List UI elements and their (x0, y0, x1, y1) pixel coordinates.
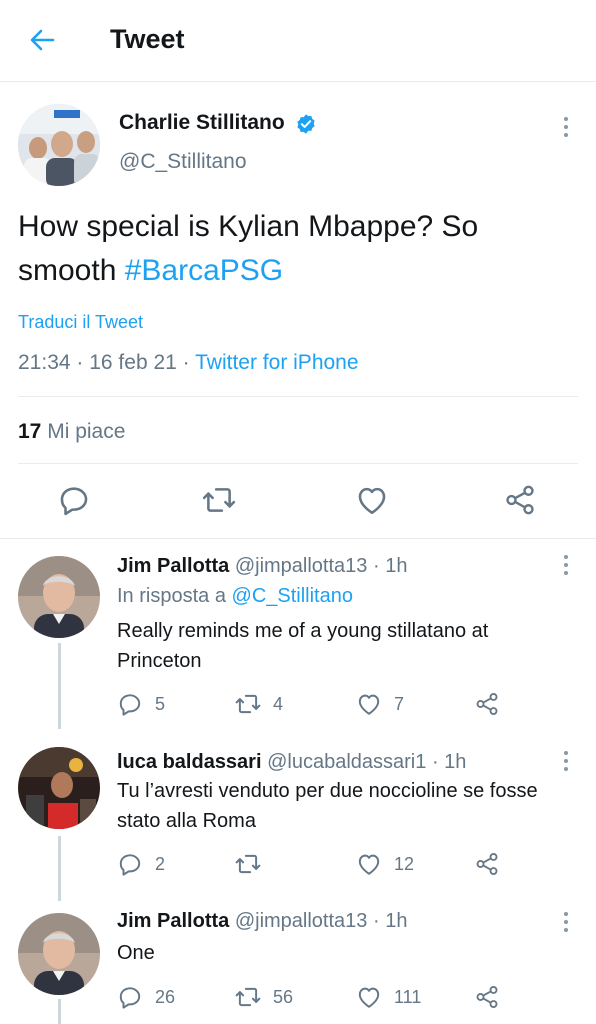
avatar[interactable] (18, 747, 100, 829)
thread-line (58, 836, 61, 901)
reply-icon[interactable] (117, 984, 143, 1010)
meta-separator: · (372, 555, 386, 577)
reply-tweet[interactable]: Jim Pallotta @jimpallotta13 · 1h In risp… (0, 539, 596, 729)
top-bar: Tweet (0, 0, 596, 82)
reply-tweet[interactable]: luca baldassari @lucabaldassari1 · 1h Tu… (0, 729, 596, 901)
reply-count: 26 (155, 986, 176, 1007)
divider (18, 463, 578, 464)
retweet-action[interactable]: 56 (235, 984, 293, 1010)
author-handle[interactable]: @C_Stillitano (119, 150, 247, 174)
tweet-source-link[interactable]: Twitter for iPhone (195, 351, 358, 374)
retweet-icon[interactable] (235, 851, 261, 877)
retweet-action[interactable]: 4 (235, 691, 283, 717)
meta-separator: · (76, 351, 90, 374)
like-heart-icon[interactable] (356, 851, 382, 877)
avatar[interactable] (18, 104, 100, 186)
main-tweet: Charlie Stillitano @C_Stillitano How spe… (0, 83, 596, 538)
meta-separator: · (182, 351, 196, 374)
reply-count: 5 (155, 693, 166, 714)
like-count: 111 (394, 986, 422, 1007)
reply-time: 1h (385, 910, 408, 932)
like-action[interactable]: 7 (356, 691, 404, 717)
share-icon[interactable] (474, 691, 500, 717)
more-vertical-icon[interactable] (556, 115, 576, 139)
thread-line (58, 999, 61, 1024)
reply-text: Tu l’avresti venduto per due noccioline … (117, 780, 538, 832)
share-icon[interactable] (503, 483, 537, 517)
reply-author-name[interactable]: Jim Pallotta (117, 555, 229, 577)
like-count: 7 (394, 693, 405, 714)
retweet-icon[interactable] (235, 691, 261, 717)
tweet-time: 21:34 (18, 351, 71, 374)
like-count: 12 (394, 853, 415, 874)
share-icon[interactable] (474, 984, 500, 1010)
share-action[interactable] (474, 691, 500, 717)
share-action[interactable] (474, 984, 500, 1010)
reply-icon[interactable] (57, 483, 91, 517)
hashtag-link[interactable]: #BarcaPSG (125, 254, 283, 287)
retweet-action[interactable] (235, 851, 273, 877)
divider (18, 396, 578, 397)
reply-time: 1h (444, 751, 467, 773)
translate-tweet-link[interactable]: Traduci il Tweet (18, 312, 143, 333)
reply-time: 1h (385, 555, 408, 577)
reply-header: Jim Pallotta @jimpallotta13 · 1h (117, 555, 407, 578)
like-heart-icon[interactable] (356, 984, 382, 1010)
share-action[interactable] (474, 851, 500, 877)
like-action[interactable]: 111 (356, 984, 421, 1010)
author-name[interactable]: Charlie Stillitano (119, 111, 285, 135)
retweet-count: 56 (273, 986, 294, 1007)
reply-author-handle[interactable]: @jimpallotta13 (235, 910, 368, 932)
retweet-icon[interactable] (202, 483, 236, 517)
reply-author-handle[interactable]: @jimpallotta13 (235, 555, 368, 577)
back-arrow-icon[interactable] (26, 24, 58, 56)
retweet-icon[interactable] (235, 984, 261, 1010)
more-vertical-icon[interactable] (556, 910, 576, 934)
reply-header: Jim Pallotta @jimpallotta13 · 1h (117, 910, 407, 933)
reply-author-handle[interactable]: @lucabaldassari1 (267, 751, 426, 773)
page-title: Tweet (110, 24, 185, 54)
reply-action[interactable]: 26 (117, 984, 175, 1010)
likes-count: 17 (18, 420, 42, 443)
share-icon[interactable] (474, 851, 500, 877)
reply-text: One (117, 942, 155, 964)
verified-icon (297, 114, 315, 134)
avatar[interactable] (18, 556, 100, 638)
reply-action[interactable]: 2 (117, 851, 165, 877)
like-heart-icon[interactable] (355, 483, 389, 517)
more-vertical-icon[interactable] (556, 749, 576, 773)
reply-author-name[interactable]: Jim Pallotta (117, 910, 229, 932)
replying-to-label: In risposta a (117, 585, 226, 607)
tweet-meta: 21:34 · 16 feb 21 · Twitter for iPhone (18, 351, 359, 375)
reply-tweet[interactable]: Jim Pallotta @jimpallotta13 · 1h One 26 … (0, 901, 596, 1024)
replying-to: In risposta a @C_Stillitano (117, 585, 353, 608)
likes-count-link[interactable]: 17 Mi piace (18, 420, 125, 444)
avatar[interactable] (18, 913, 100, 995)
reply-header: luca baldassari @lucabaldassari1 · 1h (117, 751, 466, 774)
like-heart-icon[interactable] (356, 691, 382, 717)
meta-separator: · (372, 910, 386, 932)
reply-icon[interactable] (117, 851, 143, 877)
like-action[interactable]: 12 (356, 851, 414, 877)
retweet-count: 4 (273, 693, 284, 714)
reply-count: 2 (155, 853, 166, 874)
reply-icon[interactable] (117, 691, 143, 717)
likes-label: Mi piace (47, 420, 126, 443)
more-vertical-icon[interactable] (556, 553, 576, 577)
replying-to-handle-link[interactable]: @C_Stillitano (232, 585, 353, 607)
tweet-text: How special is Kylian Mbappe? So smooth … (18, 205, 578, 293)
reply-text: Really reminds me of a young stillatano … (117, 620, 489, 672)
meta-separator: · (431, 751, 445, 773)
reply-author-name[interactable]: luca baldassari (117, 751, 262, 773)
reply-action[interactable]: 5 (117, 691, 165, 717)
thread-line (58, 643, 61, 729)
tweet-date: 16 feb 21 (89, 351, 177, 374)
